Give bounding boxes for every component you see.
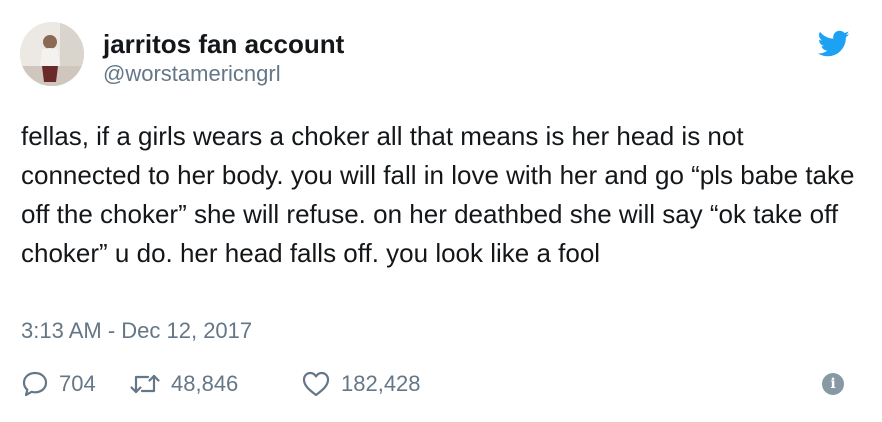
like-button[interactable]: 182,428 bbox=[301, 370, 421, 398]
tweet-timestamp[interactable]: 3:13 AM - Dec 12, 2017 bbox=[21, 318, 252, 344]
retweet-count: 48,846 bbox=[171, 371, 239, 396]
avatar[interactable] bbox=[20, 22, 84, 86]
info-icon[interactable]: i bbox=[822, 373, 844, 395]
profile-photo bbox=[20, 22, 84, 86]
tweet-actions: 704 48,846 182,428 bbox=[21, 369, 421, 399]
like-count: 182,428 bbox=[341, 371, 421, 396]
tweet-text: fellas, if a girls wears a choker all th… bbox=[21, 121, 855, 268]
reply-count: 704 bbox=[59, 371, 96, 396]
speech-bubble-icon bbox=[22, 371, 48, 397]
tweet-card: jarritos fan account @worstamericngrl fe… bbox=[0, 0, 882, 422]
reply-button[interactable]: 704 bbox=[21, 370, 129, 398]
heart-icon bbox=[302, 371, 330, 397]
retweet-button[interactable]: 48,846 bbox=[129, 370, 301, 398]
retweet-arrows-icon bbox=[130, 374, 160, 394]
user-handle[interactable]: @worstamericngrl bbox=[103, 61, 281, 87]
display-name[interactable]: jarritos fan account bbox=[103, 29, 344, 59]
twitter-bird-icon[interactable] bbox=[818, 30, 850, 58]
